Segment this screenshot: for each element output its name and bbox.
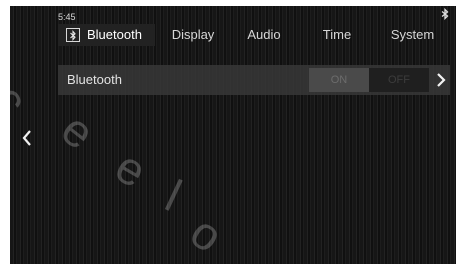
tab-system[interactable]: System	[375, 24, 450, 46]
tab-label: Bluetooth	[87, 27, 142, 42]
tab-display[interactable]: Display	[157, 24, 229, 46]
toggle-on-option[interactable]: ON	[309, 68, 369, 92]
page: 5:45 Bluetooth Display Audio Time System…	[0, 0, 463, 276]
toggle-off-option[interactable]: OFF	[369, 68, 429, 92]
bluetooth-toggle[interactable]: ON OFF	[309, 68, 429, 92]
bluetooth-setting-row[interactable]: Bluetooth ON OFF	[58, 65, 450, 95]
settings-screen: 5:45 Bluetooth Display Audio Time System…	[10, 6, 456, 264]
status-time: 5:45	[58, 12, 76, 22]
bluetooth-icon	[66, 28, 80, 42]
chevron-right-icon[interactable]	[436, 72, 446, 88]
status-bluetooth-icon	[441, 8, 449, 20]
tab-audio[interactable]: Audio	[229, 24, 299, 46]
bluetooth-setting-label: Bluetooth	[67, 72, 122, 87]
tab-bluetooth[interactable]: Bluetooth	[58, 24, 155, 46]
chevron-left-icon[interactable]	[21, 129, 33, 147]
settings-tabs: Bluetooth Display Audio Time System	[58, 24, 450, 46]
tab-time[interactable]: Time	[299, 24, 375, 46]
